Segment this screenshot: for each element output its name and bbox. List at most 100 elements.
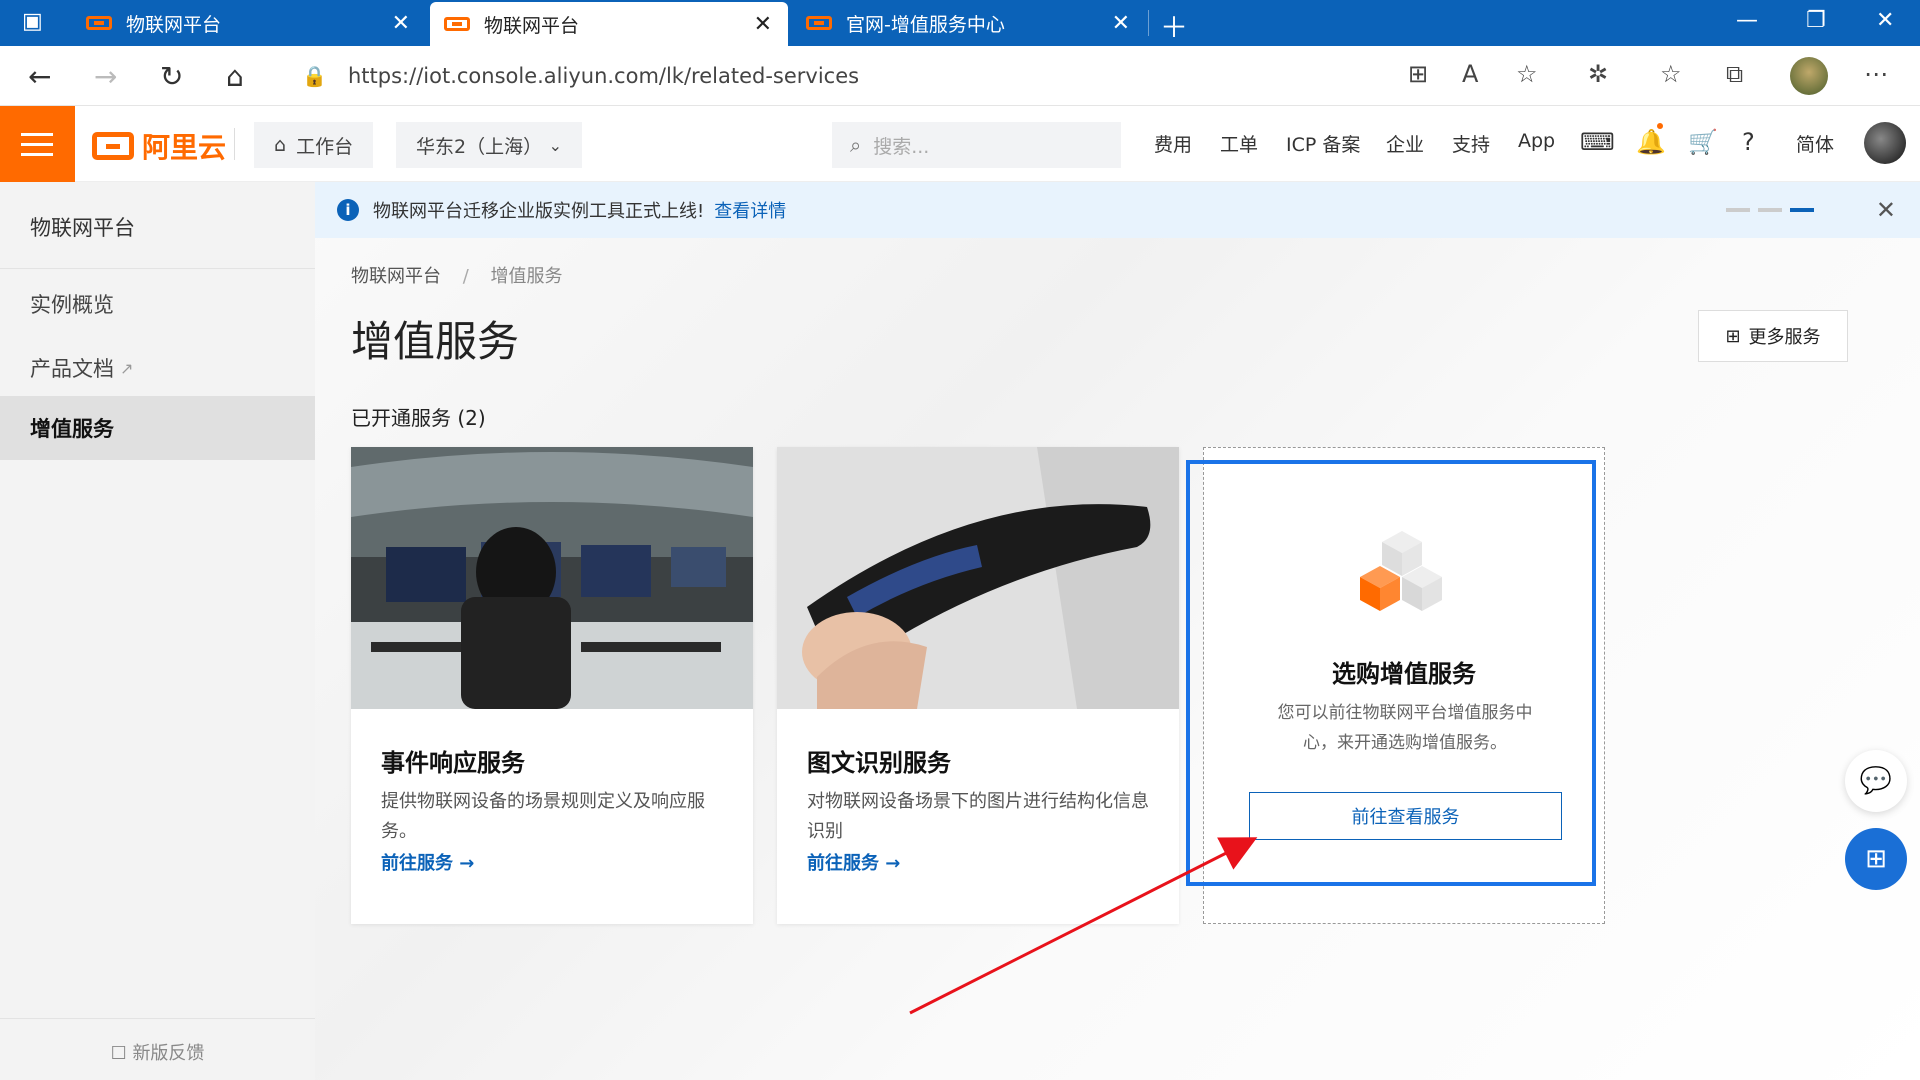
minimize-icon[interactable]: —	[1736, 8, 1758, 33]
more-menu-icon[interactable]: ⋯	[1864, 60, 1888, 88]
browser-tab-strip: ▣ 物联网平台 ✕ 物联网平台 ✕ 官网-增值服务中心 ✕ ＋ — ❐ ✕	[0, 0, 1920, 46]
scan-pen-image	[777, 447, 1179, 709]
url-text: https://iot.console.aliyun.com/lk/relate…	[348, 64, 860, 88]
logo-text: 阿里云	[142, 131, 227, 164]
menu-icon[interactable]	[0, 106, 75, 182]
reload-icon[interactable]: ↻	[160, 60, 183, 93]
breadcrumb-item[interactable]: 物联网平台	[351, 266, 441, 287]
announcement-text: 物联网平台迁移企业版实例工具正式上线!	[373, 201, 705, 222]
main-content: i 物联网平台迁移企业版实例工具正式上线! 查看详情 ✕ 物联网平台 / 增值服…	[315, 182, 1920, 1080]
address-bar-row: ← → ↻ ⌂ 🔒 https://iot.console.aliyun.com…	[0, 46, 1920, 106]
go-to-service-link[interactable]: 前往服务 →	[807, 849, 900, 875]
go-to-service-link[interactable]: 前往服务 →	[381, 849, 474, 875]
header-link-fees[interactable]: 费用	[1154, 130, 1192, 157]
sidebar-item-instance-overview[interactable]: 实例概览	[0, 272, 315, 336]
card-title: 事件响应服务	[381, 749, 525, 777]
sidebar: 物联网平台 实例概览 产品文档 ↗ 增值服务 ☐ 新版反馈	[0, 182, 315, 1080]
aliyun-logo[interactable]: 阿里云	[92, 126, 226, 166]
chat-icon[interactable]: 💬	[1845, 750, 1907, 812]
restore-icon[interactable]: ❐	[1806, 8, 1826, 33]
card-description: 提供物联网设备的场景规则定义及响应服务。	[381, 791, 705, 842]
header-link-app[interactable]: App	[1518, 130, 1555, 152]
aliyun-favicon-icon	[444, 17, 470, 31]
sidebar-item-value-added-services[interactable]: 增值服务	[0, 396, 315, 460]
breadcrumb-separator: /	[462, 266, 469, 287]
sidebar-divider	[0, 268, 315, 269]
close-tab-icon[interactable]: ✕	[1112, 11, 1130, 36]
browser-tab-3[interactable]: 官网-增值服务中心 ✕	[792, 0, 1146, 46]
region-selector[interactable]: 华东2（上海） ⌄	[396, 122, 582, 168]
banner-dot-active[interactable]	[1790, 208, 1814, 212]
user-avatar[interactable]	[1864, 122, 1906, 164]
announcement-link[interactable]: 查看详情	[714, 197, 786, 223]
buy-card-description: 您可以前往物联网平台增值服务中心，来开通选购增值服务。	[1277, 703, 1533, 753]
lock-icon[interactable]: 🔒	[302, 64, 327, 88]
tab-separator	[1148, 10, 1149, 36]
sidebar-item-label: 实例概览	[30, 293, 114, 317]
feedback-link[interactable]: ☐ 新版反馈	[0, 1018, 315, 1080]
header-link-support[interactable]: 支持	[1452, 130, 1490, 157]
sidebar-item-label: 增值服务	[30, 417, 114, 441]
announcement-banner: i 物联网平台迁移企业版实例工具正式上线! 查看详情 ✕	[315, 182, 1920, 238]
view-services-button[interactable]: 前往查看服务	[1249, 792, 1562, 840]
cart-icon[interactable]: 🛒	[1688, 128, 1718, 156]
card-description: 对物联网设备场景下的图片进行结构化信息识别	[807, 791, 1149, 842]
header-link-icp[interactable]: ICP 备案	[1286, 130, 1360, 157]
aliyun-favicon-icon	[806, 16, 832, 30]
search-placeholder: 搜索...	[873, 135, 930, 158]
home-icon: ⌂	[274, 134, 287, 156]
sidebar-item-product-docs[interactable]: 产品文档 ↗	[0, 336, 315, 400]
aliyun-favicon-icon	[86, 16, 112, 30]
section-title: 已开通服务 (2)	[351, 406, 486, 430]
external-link-icon: ↗	[120, 358, 134, 378]
buy-card-title: 选购增值服务	[1332, 660, 1476, 688]
close-tab-icon[interactable]: ✕	[754, 12, 772, 37]
language-switch[interactable]: 简体	[1796, 130, 1834, 157]
page-title: 增值服务	[351, 317, 520, 366]
read-aloud-icon[interactable]: A	[1462, 60, 1478, 88]
tab-title: 物联网平台	[126, 13, 222, 36]
help-icon[interactable]: ?	[1742, 128, 1755, 156]
header-link-enterprise[interactable]: 企业	[1386, 130, 1424, 157]
apps-float-icon[interactable]: ⊞	[1845, 828, 1907, 890]
tab-title: 物联网平台	[484, 14, 580, 37]
tab-title: 官网-增值服务中心	[846, 13, 1005, 36]
search-input[interactable]: ⌕ 搜索...	[832, 122, 1121, 168]
url-field[interactable]: 🔒 https://iot.console.aliyun.com/lk/rela…	[282, 54, 1560, 98]
tab-actions-icon[interactable]: ▣	[22, 9, 43, 34]
sidebar-item-label: 产品文档	[30, 357, 114, 381]
notification-dot	[1657, 123, 1663, 129]
banner-pagination	[1726, 208, 1814, 212]
browser-tab-2-active[interactable]: 物联网平台 ✕	[430, 2, 788, 46]
close-icon[interactable]: ✕	[1876, 196, 1896, 224]
banner-dot[interactable]	[1758, 208, 1782, 212]
header-link-tickets[interactable]: 工单	[1220, 130, 1258, 157]
forward-icon[interactable]: →	[94, 60, 117, 93]
profile-avatar[interactable]	[1790, 57, 1828, 95]
new-tab-icon[interactable]: ＋	[1160, 6, 1188, 46]
info-icon: i	[337, 199, 359, 221]
breadcrumb-current: 增值服务	[490, 266, 563, 287]
more-services-label: 更多服务	[1748, 327, 1821, 348]
terminal-icon[interactable]: ⌨	[1580, 128, 1615, 156]
service-card-ocr: 图文识别服务 对物联网设备场景下的图片进行结构化信息识别 前往服务 →	[777, 447, 1179, 924]
favorites-icon[interactable]: ☆	[1660, 60, 1682, 88]
window-close-icon[interactable]: ✕	[1876, 8, 1894, 33]
control-room-image	[351, 447, 753, 709]
banner-dot[interactable]	[1726, 208, 1750, 212]
back-icon[interactable]: ←	[28, 60, 51, 93]
console-header: 阿里云 ⌂ 工作台 华东2（上海） ⌄ ⌕ 搜索... 费用 工单 ICP 备案…	[0, 106, 1920, 182]
extensions-icon[interactable]: ✲	[1588, 60, 1608, 88]
close-tab-icon[interactable]: ✕	[392, 11, 410, 36]
app-available-icon[interactable]: ⊞	[1408, 60, 1428, 88]
header-divider	[234, 128, 235, 160]
home-icon[interactable]: ⌂	[226, 60, 244, 93]
workbench-button[interactable]: ⌂ 工作台	[254, 122, 374, 168]
browser-tab-1[interactable]: 物联网平台 ✕	[72, 0, 426, 46]
more-services-button[interactable]: ⊞ 更多服务	[1698, 310, 1848, 362]
chevron-down-icon: ⌄	[548, 135, 562, 155]
add-favorite-icon[interactable]: ☆	[1516, 60, 1538, 88]
region-label: 华东2（上海）	[416, 135, 543, 158]
collections-icon[interactable]: ⧉	[1726, 60, 1743, 88]
bell-icon[interactable]: 🔔	[1636, 128, 1666, 156]
